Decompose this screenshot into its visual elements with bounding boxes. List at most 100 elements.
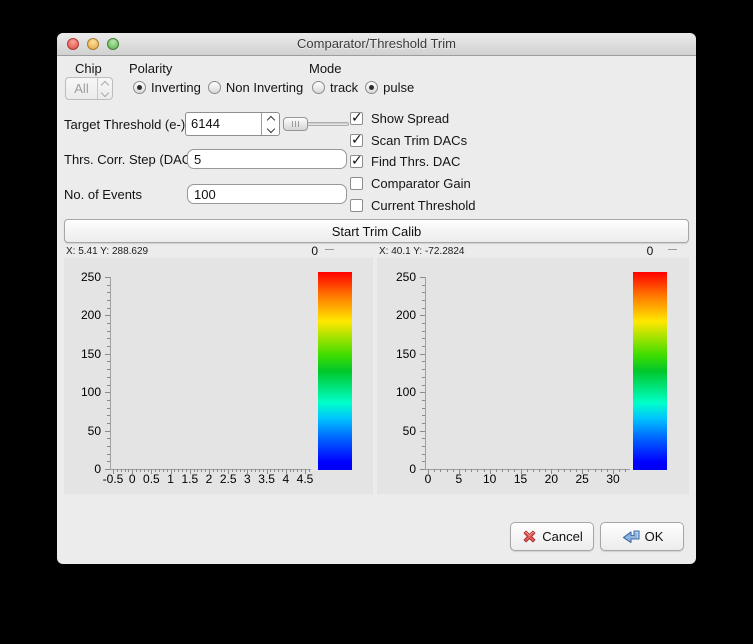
x-axis-minor-tick	[496, 469, 497, 472]
y-axis-minor-tick	[107, 385, 110, 386]
y-axis-minor-tick	[107, 438, 110, 439]
chevron-down-icon	[101, 88, 109, 96]
no-of-events-input[interactable]: 100	[187, 184, 347, 204]
radio-pulse[interactable]: pulse	[365, 80, 414, 95]
x-axis-minor-tick	[274, 469, 275, 472]
cursor-coords: X: 5.41 Y: 288.629	[66, 246, 148, 257]
x-axis-minor-tick	[263, 469, 264, 472]
chevron-up-icon	[101, 80, 109, 88]
ok-enter-arrow-icon	[621, 529, 641, 545]
x-axis-minor-tick	[167, 469, 168, 472]
y-axis-minor-tick	[107, 377, 110, 378]
x-axis-minor-tick	[527, 469, 528, 472]
checkbox-label: Find Thrs. DAC	[371, 154, 460, 169]
colorbar	[318, 272, 352, 470]
x-axis-minor-tick	[178, 469, 179, 472]
ok-button[interactable]: OK	[600, 522, 684, 551]
chip-label: Chip	[75, 61, 102, 76]
target-threshold-slider[interactable]	[283, 117, 349, 131]
x-axis-minor-tick	[201, 469, 202, 472]
y-axis-minor-tick	[107, 361, 110, 362]
y-axis-minor-tick	[107, 292, 110, 293]
x-axis-minor-tick	[136, 469, 137, 472]
x-axis-minor-tick	[270, 469, 271, 472]
radio-non-inverting-label: Non Inverting	[226, 80, 303, 95]
plot-header: X: 5.41 Y: 288.629 0	[64, 246, 373, 258]
x-tick-label: 4.5	[288, 472, 322, 486]
x-axis-minor-tick	[570, 469, 571, 472]
x-axis-minor-tick	[588, 469, 589, 472]
x-axis-minor-tick	[309, 469, 310, 472]
checkbox-scan-trim-dacs[interactable]: ✓ Scan Trim DACs	[350, 133, 467, 147]
x-axis-minor-tick	[255, 469, 256, 472]
slider-handle[interactable]	[283, 117, 308, 131]
radio-icon	[208, 81, 221, 94]
x-axis-minor-tick	[477, 469, 478, 472]
start-trim-calib-button[interactable]: Start Trim Calib	[64, 219, 689, 243]
chevron-up-icon	[266, 115, 274, 123]
x-axis-minor-tick	[205, 469, 206, 472]
checkbox-icon: ✓	[350, 155, 363, 168]
radio-non-inverting[interactable]: Non Inverting	[208, 80, 303, 95]
y-axis-minor-tick	[422, 331, 425, 332]
checkbox-show-spread[interactable]: ✓ Show Spread	[350, 111, 449, 125]
x-axis-minor-tick	[297, 469, 298, 472]
colorbar	[633, 272, 667, 470]
y-axis-minor-tick	[107, 415, 110, 416]
x-tick-label: 30	[596, 472, 630, 486]
checkbox-icon	[350, 177, 363, 190]
y-axis-tick	[105, 315, 110, 316]
checkbox-current-threshold[interactable]: Current Threshold	[350, 198, 476, 212]
cursor-coords: X: 40.1 Y: -72.2824	[379, 246, 464, 257]
x-axis-minor-tick	[545, 469, 546, 472]
y-axis-tick	[420, 354, 425, 355]
x-axis-minor-tick	[290, 469, 291, 472]
plot-canvas[interactable]: 050100150200250051015202530	[377, 258, 689, 494]
x-axis-minor-tick	[453, 469, 454, 472]
checkbox-comparator-gain[interactable]: Comparator Gain	[350, 176, 471, 190]
x-axis-minor-tick	[128, 469, 129, 472]
checkbox-label: Current Threshold	[371, 198, 476, 213]
radio-track[interactable]: track	[312, 80, 358, 95]
cancel-button[interactable]: Cancel	[510, 522, 594, 551]
y-axis-minor-tick	[422, 308, 425, 309]
x-axis-minor-tick	[251, 469, 252, 472]
y-axis-minor-tick	[107, 446, 110, 447]
thrs-corr-step-input[interactable]: 5	[187, 149, 347, 169]
colorbar-max-label: 0	[635, 244, 665, 258]
x-axis-minor-tick	[576, 469, 577, 472]
y-tick-label: 100	[377, 385, 416, 399]
chip-select[interactable]: All	[65, 77, 113, 100]
checkbox-icon: ✓	[350, 112, 363, 125]
y-axis-minor-tick	[107, 338, 110, 339]
radio-icon	[365, 81, 378, 94]
x-axis-minor-tick	[282, 469, 283, 472]
ok-label: OK	[645, 529, 664, 544]
plot-left: X: 5.41 Y: 288.629 0 050100150200250-0.5…	[64, 246, 373, 494]
y-axis-minor-tick	[422, 438, 425, 439]
target-threshold-spinbox[interactable]: 6144	[185, 112, 280, 136]
y-axis-tick	[105, 469, 110, 470]
spinbox-buttons	[261, 113, 279, 135]
x-axis-minor-tick	[148, 469, 149, 472]
x-axis-minor-tick	[159, 469, 160, 472]
x-axis-minor-tick	[558, 469, 559, 472]
x-tick-label: 15	[504, 472, 538, 486]
plot-canvas[interactable]: 050100150200250-0.500.511.522.533.544.5	[64, 258, 373, 494]
radio-inverting[interactable]: Inverting	[133, 80, 201, 95]
polarity-radio-group: Inverting Non Inverting	[133, 80, 303, 95]
spin-up-button[interactable]	[262, 113, 279, 124]
checkbox-find-thrs-dac[interactable]: ✓ Find Thrs. DAC	[350, 154, 460, 168]
y-tick-label: 100	[64, 385, 101, 399]
y-axis-tick	[420, 392, 425, 393]
y-axis-minor-tick	[422, 400, 425, 401]
target-threshold-value[interactable]: 6144	[186, 113, 261, 135]
y-axis-minor-tick	[422, 285, 425, 286]
y-tick-label: 50	[377, 424, 416, 438]
y-axis-minor-tick	[107, 408, 110, 409]
x-axis-minor-tick	[125, 469, 126, 472]
y-tick-label: 200	[64, 308, 101, 322]
spin-down-button[interactable]	[262, 124, 279, 135]
x-axis-minor-tick	[533, 469, 534, 472]
y-axis-minor-tick	[107, 285, 110, 286]
